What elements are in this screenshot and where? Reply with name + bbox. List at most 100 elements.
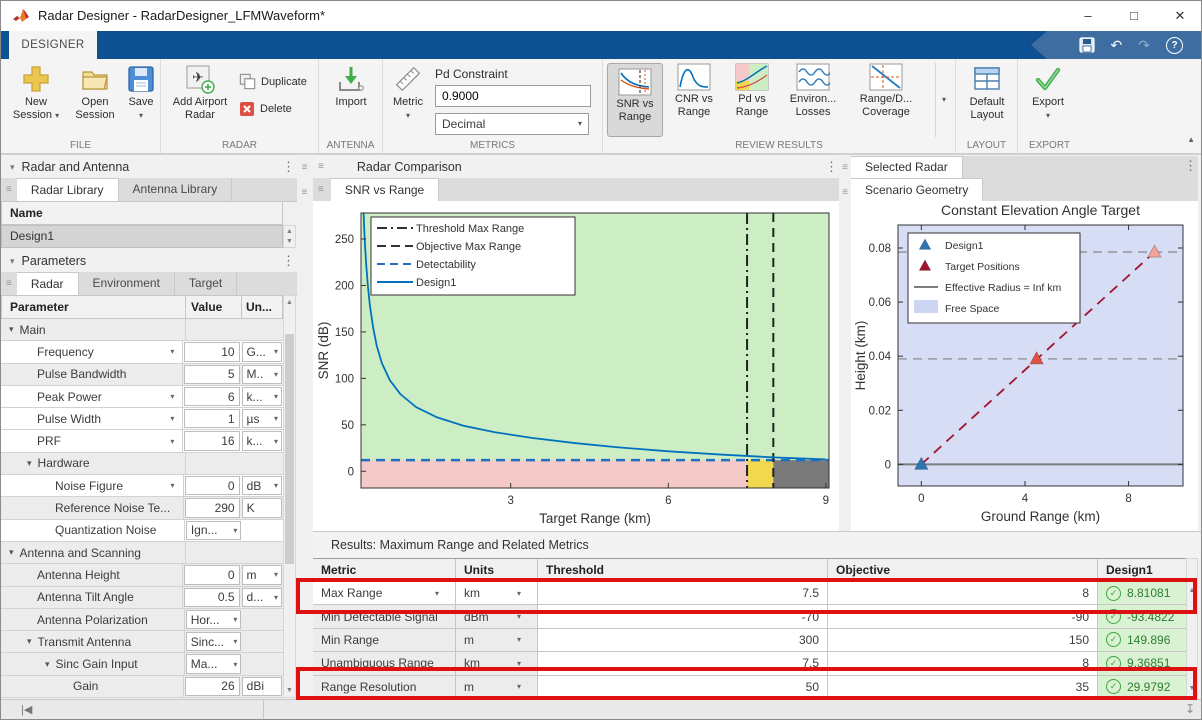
param-value-cell[interactable]: 16: [184, 431, 239, 450]
metric-button[interactable]: Metric ▾: [387, 64, 429, 122]
open-session-button[interactable]: Open Session: [67, 64, 123, 122]
objective-cell[interactable]: -90: [828, 605, 1098, 627]
param-row[interactable]: ▾Hardware: [1, 453, 283, 475]
pd-vs-range-button[interactable]: Pd vs Range: [725, 63, 779, 119]
param-unit-cell[interactable]: M..▾: [242, 365, 282, 384]
radar-antenna-panel-header[interactable]: ▾ Radar and Antenna ⋮: [1, 156, 297, 178]
dropdown-arrow-icon[interactable]: ▾: [517, 682, 529, 691]
param-row[interactable]: Noise Figure▾0dB▾: [1, 475, 283, 497]
param-value-cell[interactable]: 290: [185, 498, 240, 517]
param-value-cell[interactable]: 26: [185, 677, 240, 696]
dropdown-arrow-icon[interactable]: ▾: [274, 414, 278, 423]
param-unit-cell[interactable]: m▾: [242, 565, 282, 584]
dropdown-arrow-icon[interactable]: ▾: [274, 570, 278, 579]
scroll-down-icon[interactable]: ▼: [284, 687, 295, 694]
param-unit-cell[interactable]: K: [242, 498, 282, 517]
param-value-cell[interactable]: Ma...▾: [186, 654, 242, 673]
minimize-button[interactable]: –: [1065, 1, 1111, 31]
review-results-overflow-button[interactable]: ▾: [935, 63, 952, 137]
grab-handle-icon[interactable]: ≡: [313, 156, 329, 178]
objective-cell[interactable]: 8: [828, 652, 1098, 674]
tab-target-params[interactable]: Target: [175, 272, 237, 295]
units-cell[interactable]: dBm▾: [456, 605, 538, 627]
dropdown-arrow-icon[interactable]: ▾: [233, 615, 237, 624]
param-row[interactable]: ▾Main: [1, 319, 283, 341]
duplicate-button[interactable]: Duplicate: [239, 73, 307, 90]
dropdown-arrow-icon[interactable]: ▾: [274, 370, 278, 379]
param-unit-cell[interactable]: [242, 542, 283, 563]
dropdown-arrow-icon[interactable]: ▾: [517, 589, 529, 598]
objective-cell[interactable]: 150: [828, 629, 1098, 651]
metric-cell[interactable]: Min Range: [313, 629, 456, 651]
dropdown-arrow-icon[interactable]: ▾: [274, 481, 278, 490]
panel-menu-icon[interactable]: ⋮: [282, 253, 295, 269]
objective-cell[interactable]: 35: [828, 676, 1098, 698]
param-table-scrollbar[interactable]: ▲ ▼: [283, 295, 296, 698]
dropdown-arrow-icon[interactable]: ▾: [517, 659, 529, 668]
dropdown-arrow-icon[interactable]: ▾: [233, 637, 237, 646]
minimize-ribbon-icon[interactable]: ▲: [1187, 135, 1195, 144]
scroll-to-end-icon[interactable]: ↧: [1185, 702, 1195, 716]
undo-icon[interactable]: ↶: [1111, 38, 1123, 52]
scenario-geometry-plot[interactable]: 04800.020.040.060.08Constant Elevation A…: [851, 201, 1202, 531]
import-button[interactable]: Import: [325, 64, 377, 109]
param-value-cell[interactable]: [186, 542, 242, 563]
new-session-button[interactable]: New Session ▾: [7, 64, 65, 122]
results-row[interactable]: Max Range▾km▾7.58✓8.81081: [313, 582, 1186, 605]
param-row[interactable]: Antenna Height0m▾: [1, 564, 283, 586]
tab-antenna-library[interactable]: Antenna Library: [119, 178, 233, 201]
collapse-icon[interactable]: ▾: [9, 324, 14, 335]
param-row[interactable]: ▾Sinc Gain InputMa...▾: [1, 653, 283, 675]
units-cell[interactable]: km▾: [456, 582, 538, 604]
design-list-item[interactable]: Design1: [1, 225, 283, 248]
export-button[interactable]: Export ▾: [1023, 64, 1073, 122]
grab-handle-icon[interactable]: ≡: [839, 162, 851, 173]
spin-down-icon[interactable]: ▼: [284, 238, 295, 245]
param-value-cell[interactable]: 10: [184, 342, 239, 361]
param-unit-cell[interactable]: d...▾: [242, 588, 282, 607]
param-value-cell[interactable]: 6: [184, 387, 239, 406]
dropdown-arrow-icon[interactable]: ▾: [274, 437, 278, 446]
dropdown-arrow-icon[interactable]: ▾: [274, 347, 278, 356]
param-value-cell[interactable]: 0.5: [184, 588, 239, 607]
metric-cell[interactable]: Max Range▾: [313, 582, 456, 604]
panel-menu-icon[interactable]: ⋮: [1184, 158, 1197, 174]
quick-save-icon[interactable]: [1079, 37, 1095, 53]
param-column-header[interactable]: Parameter: [1, 295, 186, 319]
collapse-icon[interactable]: ▾: [45, 659, 50, 670]
param-row[interactable]: Antenna Tilt Angle0.5d...▾: [1, 587, 283, 609]
dropdown-arrow-icon[interactable]: ▾: [170, 414, 182, 423]
dropdown-arrow-icon[interactable]: ▾: [171, 481, 183, 490]
param-value-cell[interactable]: 1: [184, 409, 239, 428]
unit-column-header[interactable]: Un...: [241, 295, 283, 319]
dropdown-arrow-icon[interactable]: ▾: [274, 392, 278, 401]
param-value-cell[interactable]: Hor...▾: [186, 610, 242, 629]
param-row[interactable]: Pulse Width▾1µs▾: [1, 408, 283, 430]
param-row[interactable]: ▾Antenna and Scanning: [1, 542, 283, 564]
environment-losses-button[interactable]: Environ... Losses: [783, 63, 843, 119]
tab-environment-params[interactable]: Environment: [79, 272, 175, 295]
param-unit-cell[interactable]: [242, 609, 283, 630]
param-row[interactable]: Pulse Bandwidth5M..▾: [1, 364, 283, 386]
param-unit-cell[interactable]: [242, 453, 283, 474]
collapse-icon[interactable]: ▾: [27, 636, 32, 647]
threshold-cell[interactable]: -70: [538, 605, 828, 627]
value-column-header[interactable]: Value: [185, 295, 242, 319]
results-row[interactable]: Min Rangem▾300150✓149.896: [313, 629, 1186, 652]
param-unit-cell[interactable]: k...▾: [242, 431, 282, 450]
dropdown-arrow-icon[interactable]: ▾: [170, 392, 182, 401]
snr-vs-range-plot[interactable]: 369050100150200250Target Range (km)SNR (…: [313, 201, 839, 531]
results-row[interactable]: Unambiguous Rangekm▾7.58✓9.36851: [313, 652, 1186, 675]
param-unit-cell[interactable]: [242, 653, 283, 674]
metric-cell[interactable]: Unambiguous Range: [313, 652, 456, 674]
param-unit-cell[interactable]: [242, 520, 283, 541]
tab-scenario-geometry[interactable]: Scenario Geometry: [851, 178, 983, 201]
scroll-up-icon[interactable]: ▲: [284, 299, 295, 306]
dropdown-arrow-icon[interactable]: ▾: [233, 526, 237, 535]
maximize-button[interactable]: □: [1111, 1, 1157, 31]
metric-cell[interactable]: Min Detectable Signal: [313, 605, 456, 627]
parameters-panel-header[interactable]: ▾ Parameters ⋮: [1, 250, 297, 272]
close-button[interactable]: ✕: [1157, 1, 1202, 31]
results-col-threshold[interactable]: Threshold: [538, 559, 828, 581]
param-unit-cell[interactable]: dB▾: [242, 476, 282, 495]
